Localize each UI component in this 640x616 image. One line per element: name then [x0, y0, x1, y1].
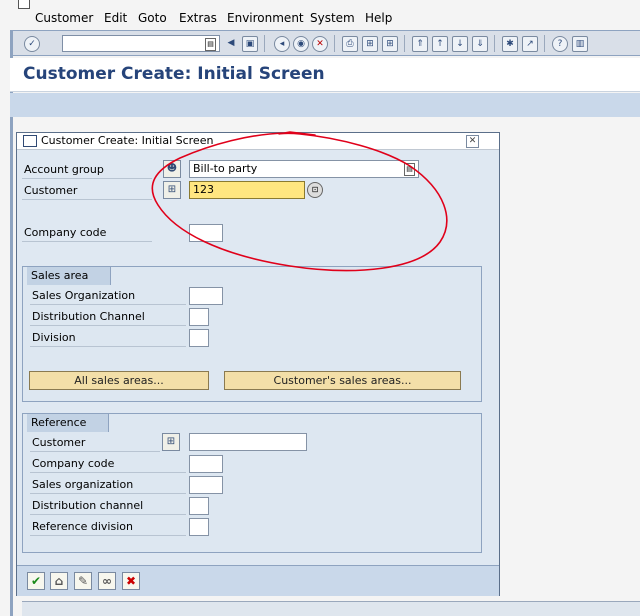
sales-org-label: Sales Organization: [30, 287, 186, 305]
sales-org-field[interactable]: [189, 287, 223, 305]
continue-check-icon[interactable]: ✔: [27, 572, 45, 590]
toolbar-separator: [404, 35, 405, 52]
reference-division-field[interactable]: [189, 518, 209, 536]
division-field[interactable]: [189, 329, 209, 347]
close-icon[interactable]: ✕: [466, 135, 479, 148]
toolbar-separator: [334, 35, 335, 52]
customer-label: Customer: [22, 182, 152, 200]
dialog-footer-toolbar: ✔ ⌂ ✎ ∞ ✖: [17, 565, 499, 596]
save-icon[interactable]: ▣: [242, 36, 258, 52]
reference-distribution-channel-field[interactable]: [189, 497, 209, 515]
shortcut-icon[interactable]: ↗: [522, 36, 538, 52]
sap-logo-icon: [18, 0, 30, 9]
find-next-icon[interactable]: ⊞: [382, 36, 398, 52]
background-area: [499, 117, 640, 616]
command-field[interactable]: ▤: [62, 35, 220, 52]
new-session-icon[interactable]: ✱: [502, 36, 518, 52]
first-page-icon[interactable]: ⇑: [412, 36, 428, 52]
find-icon[interactable]: ⊞: [362, 36, 378, 52]
distribution-channel-label: Distribution Channel: [30, 308, 186, 326]
account-group-label: Account group: [22, 161, 152, 179]
dropdown-icon[interactable]: ▤: [205, 38, 216, 51]
toolbar-separator: [264, 35, 265, 52]
binoculars-icon[interactable]: ⊞: [163, 181, 181, 199]
reference-title: Reference: [27, 414, 110, 432]
print-icon[interactable]: ⎙: [342, 36, 358, 52]
menu-extras[interactable]: Extras: [179, 11, 217, 25]
division-label: Division: [30, 329, 186, 347]
initial-screen-dialog: Customer Create: Initial Screen ✕ Accoun…: [16, 132, 500, 596]
reference-company-code-field[interactable]: [189, 455, 223, 473]
menu-edit[interactable]: Edit: [104, 11, 127, 25]
sales-area-group: Sales area Sales Organization Distributi…: [22, 266, 482, 402]
reference-distribution-channel-label: Distribution channel: [30, 497, 186, 515]
back-arrow-icon[interactable]: ◀: [224, 36, 238, 50]
title-bar: Customer Create: Initial Screen: [10, 58, 640, 92]
dialog-body: Account group ☻ Bill-to party ▤ Customer…: [17, 150, 499, 565]
enter-icon[interactable]: ✓: [24, 36, 40, 52]
all-sales-areas-button[interactable]: All sales areas...: [29, 371, 209, 390]
menu-customer[interactable]: Customer: [35, 11, 93, 25]
menu-environment[interactable]: Environment: [227, 11, 304, 25]
help-icon[interactable]: ?: [552, 36, 568, 52]
page-title: Customer Create: Initial Screen: [23, 64, 325, 84]
left-border: [10, 30, 13, 616]
window-icon: [23, 135, 37, 147]
sales-area-title: Sales area: [27, 267, 112, 285]
last-page-icon[interactable]: ⇓: [472, 36, 488, 52]
cancel-icon[interactable]: ✕: [312, 36, 328, 52]
dialog-title: Customer Create: Initial Screen: [41, 134, 214, 147]
layout-menu-icon[interactable]: ▥: [572, 36, 588, 52]
reference-division-label: Reference division: [30, 518, 186, 536]
menu-help[interactable]: Help: [365, 11, 392, 25]
dialog-title-bar: Customer Create: Initial Screen ✕: [17, 133, 499, 150]
cancel-x-icon[interactable]: ✖: [122, 572, 140, 590]
account-group-field[interactable]: Bill-to party ▤: [189, 160, 419, 178]
application-toolbar: [10, 93, 640, 117]
standard-toolbar: ✓ ▤ ◀ ▣ ◂ ◉ ✕ ⎙ ⊞ ⊞ ⇑ ↑ ↓ ⇓ ✱ ↗ ? ▥: [10, 30, 640, 56]
reference-sales-org-field[interactable]: [189, 476, 223, 494]
toolbar-separator: [544, 35, 545, 52]
company-code-field[interactable]: [189, 224, 223, 242]
create-icon[interactable]: ⌂: [50, 572, 68, 590]
menu-bar: Customer Edit Goto Extras Environment Sy…: [0, 0, 640, 30]
reference-customer-label: Customer: [30, 434, 160, 452]
binoculars-icon[interactable]: ⊞: [162, 433, 180, 451]
back-icon[interactable]: ◂: [274, 36, 290, 52]
pencil-icon[interactable]: ✎: [74, 572, 92, 590]
next-page-icon[interactable]: ↓: [452, 36, 468, 52]
customer-field[interactable]: 123: [189, 181, 305, 199]
customers-sales-areas-button[interactable]: Customer's sales areas...: [224, 371, 461, 390]
prev-page-icon[interactable]: ↑: [432, 36, 448, 52]
person-icon[interactable]: ☻: [163, 160, 181, 178]
glasses-icon[interactable]: ∞: [98, 572, 116, 590]
reference-sales-org-label: Sales organization: [30, 476, 186, 494]
search-help-icon[interactable]: ⊡: [307, 182, 323, 198]
company-code-label: Company code: [22, 224, 152, 242]
reference-company-code-label: Company code: [30, 455, 186, 473]
reference-customer-field[interactable]: [189, 433, 307, 451]
exit-icon[interactable]: ◉: [293, 36, 309, 52]
dropdown-icon[interactable]: ▤: [404, 163, 415, 176]
reference-group: Reference Customer ⊞ Company code Sales …: [22, 413, 482, 553]
toolbar-separator: [494, 35, 495, 52]
menu-goto[interactable]: Goto: [138, 11, 167, 25]
status-bar: [22, 601, 640, 616]
menu-system[interactable]: System: [310, 11, 355, 25]
distribution-channel-field[interactable]: [189, 308, 209, 326]
